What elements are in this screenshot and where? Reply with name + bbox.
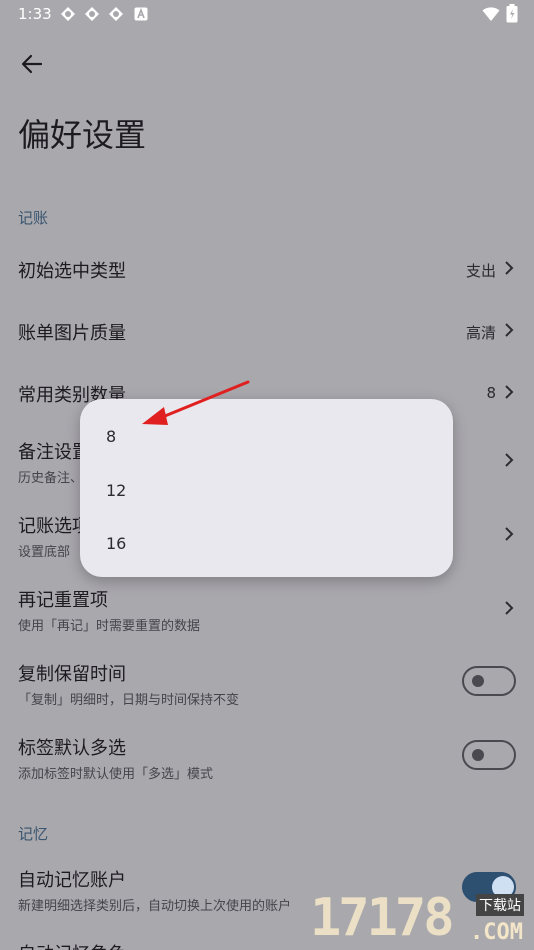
watermark-label: 下载站 — [476, 894, 524, 916]
setting-tag-multi[interactable]: 标签默认多选 添加标签时默认使用「多选」模式 — [0, 724, 534, 788]
setting-subtitle: 历史备注、 — [18, 471, 84, 486]
app-notification-icon — [109, 7, 123, 21]
setting-subtitle: 「复制」明细时，日期与时间保持不变 — [18, 693, 240, 708]
app-notification-icon — [61, 7, 75, 21]
setting-subtitle: 添加标签时默认使用「多选」模式 — [18, 767, 214, 782]
back-arrow-icon[interactable] — [18, 50, 46, 78]
toggle-knob — [472, 749, 484, 761]
setting-title: 自动记忆账户 — [18, 870, 126, 891]
watermark-number: 17178 — [310, 888, 455, 948]
keyboard-a-icon — [134, 7, 148, 21]
status-time: 1:33 — [18, 5, 52, 23]
status-bar: 1:33 — [0, 0, 534, 28]
setting-title: 再记重置项 — [18, 590, 108, 611]
setting-subtitle: 新建明细选择类别后，自动切换上次使用的账户 — [18, 899, 292, 914]
watermark-domain: .COM — [470, 920, 523, 945]
watermark-logo: 17178 下载站 .COM — [310, 880, 534, 950]
setting-image-quality[interactable]: 账单图片质量 高清 — [0, 302, 534, 358]
setting-value: 高清 — [465, 324, 496, 342]
setting-title: 复制保留时间 — [18, 664, 126, 685]
chevron-right-icon — [505, 527, 514, 541]
battery-icon — [506, 4, 518, 23]
option-12[interactable]: 12 — [106, 481, 126, 500]
setting-copy-keep-time[interactable]: 复制保留时间 「复制」明细时，日期与时间保持不变 — [0, 650, 534, 714]
chevron-right-icon — [505, 385, 514, 399]
chevron-right-icon — [505, 453, 514, 467]
setting-subtitle: 使用「再记」时需要重置的数据 — [18, 619, 201, 634]
option-8[interactable]: 8 — [106, 427, 116, 446]
category-count-dialog: 8 12 16 — [80, 399, 453, 577]
chevron-right-icon — [505, 323, 514, 337]
app-notification-icon — [85, 7, 99, 21]
chevron-right-icon — [505, 601, 514, 615]
setting-title: 账单图片质量 — [18, 323, 126, 344]
section-header-bookkeeping: 记账 — [18, 209, 49, 227]
setting-title: 自动记忆角色 — [18, 940, 126, 950]
setting-title: 标签默认多选 — [18, 738, 126, 759]
setting-reset-items[interactable]: 再记重置项 使用「再记」时需要重置的数据 — [0, 576, 534, 640]
wifi-icon — [482, 7, 500, 21]
page-title: 偏好设置 — [18, 116, 147, 154]
chevron-right-icon — [505, 261, 514, 275]
setting-initial-type[interactable]: 初始选中类型 支出 — [0, 240, 534, 296]
setting-title: 初始选中类型 — [18, 261, 126, 282]
section-header-memory: 记忆 — [18, 825, 49, 843]
option-16[interactable]: 16 — [106, 534, 126, 553]
toggle-knob — [472, 675, 484, 687]
setting-value: 8 — [486, 384, 496, 402]
copy-keep-time-toggle[interactable] — [462, 666, 516, 696]
setting-value: 支出 — [465, 262, 496, 280]
tag-multi-toggle[interactable] — [462, 740, 516, 770]
setting-subtitle: 设置底部 — [18, 545, 71, 560]
